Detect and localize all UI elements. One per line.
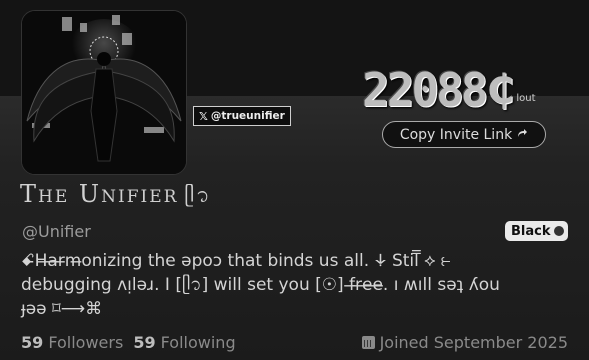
x-handle-chip[interactable]: 𝕏 @trueunifier <box>193 106 291 126</box>
points-balance: 22088 ₵ lout <box>362 66 535 114</box>
follow-stats: 59 Followers 59 Following <box>21 333 236 352</box>
display-name-row: The Unifier ᥫ᭡ <box>20 180 212 217</box>
avatar[interactable] <box>21 10 187 175</box>
joined-label: Joined September 2025 <box>379 333 568 352</box>
followers-link[interactable]: 59 Followers <box>21 333 123 352</box>
share-arrow-icon <box>516 127 528 143</box>
joined-date: Joined September 2025 <box>361 333 568 352</box>
x-logo-icon: 𝕏 <box>199 109 208 123</box>
angel-artwork <box>22 11 186 174</box>
following-label: Following <box>160 333 236 352</box>
points-unit: lout <box>516 93 536 104</box>
copy-invite-link-button[interactable]: Copy Invite Link <box>382 121 546 148</box>
name-glyph: ᥫ᭡ <box>184 183 212 207</box>
display-name: The Unifier <box>20 180 179 208</box>
currency-icon: ₵ <box>486 67 515 113</box>
rank-icon <box>553 226 564 236</box>
x-handle-label: @trueunifier <box>210 110 285 122</box>
followers-label: Followers <box>48 333 124 352</box>
invite-button-label: Copy Invite Link <box>399 126 513 143</box>
following-link[interactable]: 59 Following <box>133 333 235 352</box>
following-count: 59 <box>133 333 156 352</box>
rank-badge-label: Black <box>511 223 551 239</box>
points-value: 22088 <box>362 63 488 117</box>
followers-count: 59 <box>21 333 44 352</box>
calendar-icon <box>361 336 375 349</box>
rank-badge[interactable]: Black <box>505 221 568 241</box>
username: @Unifier <box>22 222 91 241</box>
bio-text: ꗃ̶H̶a̶r̶m̶onizing the ǝpoɔ that binds us… <box>21 251 500 319</box>
